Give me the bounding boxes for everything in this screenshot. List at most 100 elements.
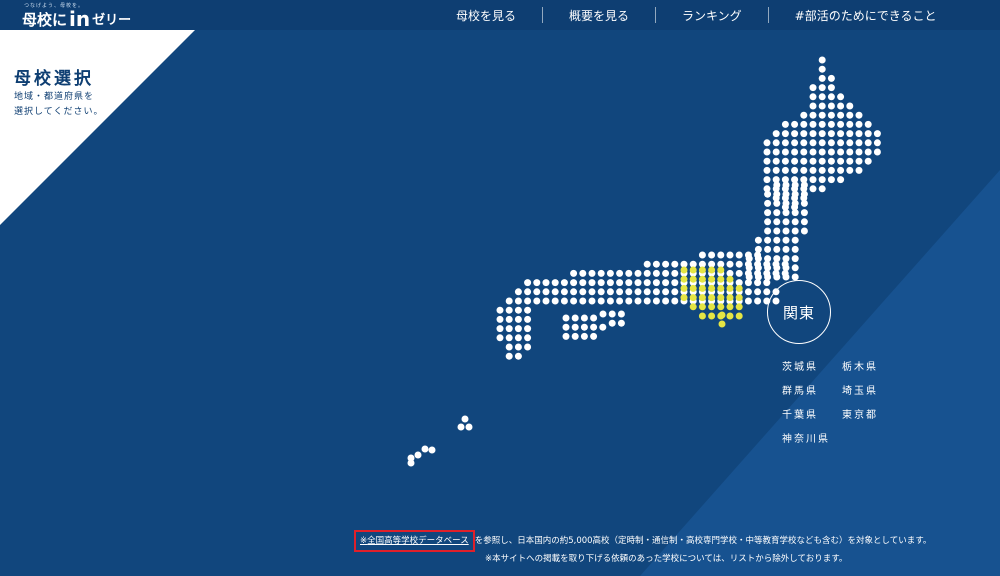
prefecture-tochigi[interactable]: 栃木県 <box>842 358 878 373</box>
prefecture-ibaraki[interactable]: 茨城県 <box>782 358 818 373</box>
map-dot-honshu-west <box>754 260 762 268</box>
map-dot-hokkaido <box>800 120 808 128</box>
map-dot-kanto-selected[interactable] <box>708 266 716 274</box>
map-dot-honshu-west <box>708 251 716 259</box>
map-dot-hokkaido <box>818 148 826 156</box>
map-dot-kanto-selected[interactable] <box>726 284 734 292</box>
map-dot-honshu-west <box>763 288 771 296</box>
map-dot-kanto-selected[interactable] <box>726 294 734 302</box>
map-dot-shikoku <box>580 332 588 340</box>
map-dot-kanto-selected[interactable] <box>717 266 725 274</box>
map-dot-honshu-west <box>616 297 624 305</box>
map-dot-honshu-west <box>505 325 513 333</box>
map-dot-tohoku <box>791 209 799 217</box>
map-dot-honshu-west <box>606 297 614 305</box>
map-dot-honshu-west <box>496 325 504 333</box>
map-dot-kanto-selected[interactable] <box>680 294 688 302</box>
map-dot-tohoku <box>782 227 790 235</box>
map-dot-kanto-selected[interactable] <box>708 284 716 292</box>
map-dot-kanto-selected[interactable] <box>689 266 697 274</box>
map-dot-hokkaido <box>818 139 826 147</box>
map-dot-kanto-selected[interactable] <box>698 303 706 311</box>
map-dot-hokkaido <box>818 93 826 101</box>
map-dot-honshu-west <box>524 315 532 323</box>
map-dot-hokkaido <box>827 157 835 165</box>
map-dot-honshu-west <box>597 297 605 305</box>
map-dot-hokkaido <box>837 120 845 128</box>
map-dot-kanto-selected[interactable] <box>689 294 697 302</box>
map-dot-tohoku <box>764 190 772 198</box>
map-dot-kanto-selected[interactable] <box>735 294 743 302</box>
map-dot-hokkaido <box>818 56 826 64</box>
map-dot-kanto-selected[interactable] <box>717 303 725 311</box>
map-dot-shikoku <box>599 323 607 331</box>
map-dot-hokkaido <box>827 120 835 128</box>
map-dot-shikoku <box>580 323 588 331</box>
map-dot-hokkaido <box>827 176 835 184</box>
map-dot-hokkaido <box>800 166 808 174</box>
map-dot-honshu-west <box>754 269 762 277</box>
map-dot-hokkaido <box>781 157 789 165</box>
map-dot-kanto-selected[interactable] <box>717 275 725 283</box>
prefecture-tokyo[interactable]: 東京都 <box>842 406 878 421</box>
prefecture-gunma[interactable]: 群馬県 <box>782 382 818 397</box>
map-dot-kanto-selected[interactable] <box>726 303 734 311</box>
map-dot-honshu-west <box>634 279 642 287</box>
map-dot-kanto-selected[interactable] <box>680 275 688 283</box>
map-dot-honshu-west <box>514 352 522 360</box>
map-dot-honshu-west <box>560 279 568 287</box>
map-dot-tohoku <box>800 209 808 217</box>
map-dot-kanto-selected[interactable] <box>735 303 743 311</box>
map-dot-honshu-west <box>560 288 568 296</box>
map-dot-honshu-west <box>643 279 651 287</box>
map-dot-hokkaido <box>763 157 771 165</box>
map-dot-hokkaido <box>827 166 835 174</box>
prefecture-saitama[interactable]: 埼玉県 <box>842 382 878 397</box>
map-dot-kanto-selected[interactable] <box>689 303 697 311</box>
map-dot-honshu-west <box>698 251 706 259</box>
map-dot-honshu-west <box>744 288 752 296</box>
prefecture-kanagawa[interactable]: 神奈川県 <box>782 430 830 445</box>
map-dot-kanto-selected[interactable] <box>708 294 716 302</box>
map-dot-honshu-west <box>671 279 679 287</box>
map-dot-kanto-selected[interactable] <box>708 275 716 283</box>
map-dot-hokkaido <box>873 139 881 147</box>
map-dot-kanto-selected[interactable] <box>726 275 734 283</box>
map-dot-honshu-west <box>505 315 513 323</box>
database-link[interactable]: ※全国高等学校データベース <box>354 530 475 552</box>
map-dot-hokkaido <box>855 148 863 156</box>
map-dot-kanto-selected[interactable] <box>717 294 725 302</box>
map-dot-honshu-west <box>625 279 633 287</box>
map-dot-kanto-selected[interactable] <box>698 284 706 292</box>
map-dot-kanto-selected[interactable] <box>698 275 706 283</box>
map-dot-hokkaido <box>809 185 817 193</box>
map-dot-kanto-selected[interactable] <box>689 275 697 283</box>
map-dot-kanto-selected[interactable] <box>698 312 706 320</box>
map-dot-kanto-selected[interactable] <box>698 266 706 274</box>
map-dot-kanto-selected[interactable] <box>735 284 743 292</box>
region-badge-kanto[interactable]: 関東 <box>767 280 831 344</box>
map-dot-honshu-west <box>634 269 642 277</box>
map-dot-tohoku <box>791 255 799 263</box>
map-dot-hokkaido <box>827 130 835 138</box>
map-dot-kanto-selected[interactable] <box>689 284 697 292</box>
map-dot-kanto-selected[interactable] <box>680 284 688 292</box>
map-dot-kanto-selected[interactable] <box>708 303 716 311</box>
prefecture-chiba[interactable]: 千葉県 <box>782 406 818 421</box>
japan-dot-map[interactable] <box>0 0 1000 576</box>
map-dot-hokkaido <box>827 139 835 147</box>
map-dot-kanto-selected[interactable] <box>726 312 734 320</box>
map-dot-kanto-selected[interactable] <box>708 312 716 320</box>
map-dot-kanto-selected[interactable] <box>680 266 688 274</box>
map-dot-hokkaido <box>818 130 826 138</box>
map-dot-tohoku <box>773 209 781 217</box>
map-dot-kanto-selected[interactable] <box>717 284 725 292</box>
map-dot-honshu-west <box>524 334 532 342</box>
map-dot-kii <box>617 310 625 318</box>
map-dot-kanto-selected[interactable] <box>698 294 706 302</box>
map-dot-kanto-selected[interactable] <box>735 312 743 320</box>
map-dot-tohoku <box>800 190 808 198</box>
map-dot-hokkaido <box>837 111 845 119</box>
map-dot-honshu-west <box>662 288 670 296</box>
map-dot-honshu-west <box>735 269 743 277</box>
